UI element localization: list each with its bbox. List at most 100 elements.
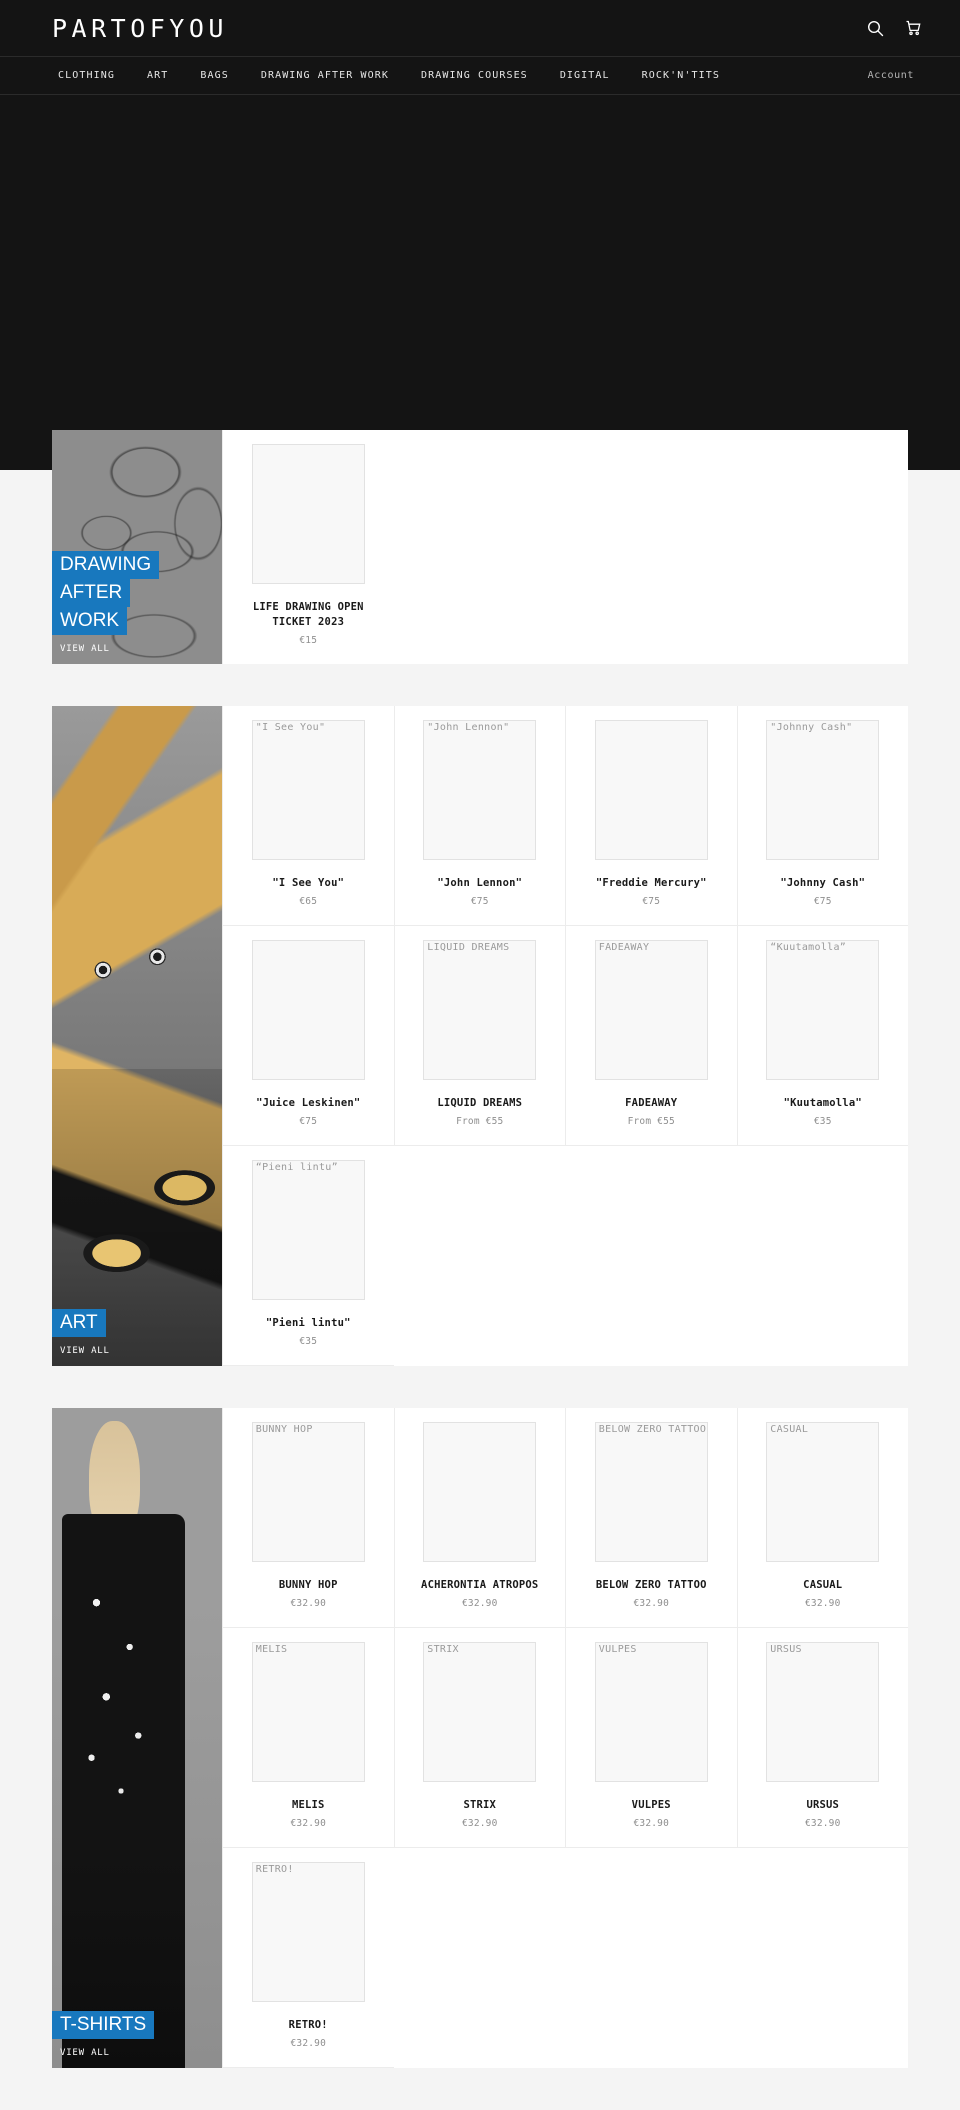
product-grid: LIFE DRAWING OPEN TICKET 2023 €15 bbox=[222, 430, 908, 664]
nav-item-clothing[interactable]: CLOTHING bbox=[42, 70, 131, 81]
product-title: RETRO! bbox=[288, 2019, 328, 2031]
product-card[interactable]: “Pieni lintu” "Pieni lintu" €35 bbox=[222, 1146, 394, 1366]
product-image: CASUAL bbox=[766, 1422, 880, 1562]
product-title: "Pieni lintu" bbox=[265, 1317, 351, 1329]
collection-tile[interactable]: DRAWING AFTER WORK VIEW ALL bbox=[52, 430, 222, 664]
product-card[interactable]: RETRO! RETRO! €32.90 bbox=[222, 1848, 394, 2068]
product-card[interactable]: "Freddie Mercury" €75 bbox=[565, 706, 737, 926]
product-image: VULPES bbox=[594, 1642, 708, 1782]
product-image-alt: MELIS bbox=[255, 1644, 288, 1655]
product-price: €32.90 bbox=[290, 1818, 327, 1829]
product-image: LIQUID DREAMS bbox=[423, 940, 537, 1080]
product-card[interactable]: "John Lennon" "John Lennon" €75 bbox=[393, 706, 565, 926]
view-all-link[interactable]: VIEW ALL bbox=[52, 1337, 222, 1356]
product-title: "Freddie Mercury" bbox=[595, 877, 707, 889]
product-image bbox=[251, 940, 365, 1080]
product-title: BELOW ZERO TATTOO bbox=[595, 1579, 707, 1591]
product-card[interactable]: MELIS MELIS €32.90 bbox=[222, 1628, 394, 1848]
nav-item-drawing-courses[interactable]: DRAWING COURSES bbox=[405, 70, 544, 81]
product-grid: BUNNY HOP BUNNY HOP €32.90 ACHERONTIA ATROP… bbox=[222, 1408, 908, 2068]
collection-tile[interactable]: T-SHIRTS VIEW ALL bbox=[52, 1408, 222, 2068]
product-title: "Juice Leskinen" bbox=[256, 1097, 361, 1109]
product-card[interactable]: LIFE DRAWING OPEN TICKET 2023 €15 bbox=[222, 430, 394, 664]
collection-tile-labels: DRAWING AFTER WORK VIEW ALL bbox=[52, 551, 222, 664]
account-link[interactable]: Account bbox=[868, 70, 928, 81]
view-all-link[interactable]: VIEW ALL bbox=[52, 635, 222, 654]
collection-section: ART VIEW ALL "I See You" "I See You" €65 "Joh… bbox=[0, 706, 960, 1366]
product-image: FADEAWAY bbox=[594, 940, 708, 1080]
hero-banner: PARTOFYOU CLOTHING ART BAGS DRAWING AFTE… bbox=[0, 0, 960, 470]
product-image: BUNNY HOP bbox=[251, 1422, 365, 1562]
product-price: €32.90 bbox=[804, 1818, 841, 1829]
collection-tile-labels: T-SHIRTS VIEW ALL bbox=[52, 2011, 222, 2068]
product-title: "Johnny Cash" bbox=[780, 877, 866, 889]
search-icon[interactable] bbox=[860, 13, 890, 43]
product-card[interactable]: CASUAL CASUAL €32.90 bbox=[736, 1408, 908, 1628]
product-image-alt: “Kuutamolla” bbox=[770, 942, 847, 953]
product-image: "Johnny Cash" bbox=[766, 720, 880, 860]
product-image: "John Lennon" bbox=[423, 720, 537, 860]
product-price: €32.90 bbox=[804, 1598, 841, 1609]
product-card[interactable]: “Kuutamolla” "Kuutamolla" €35 bbox=[736, 926, 908, 1146]
product-price: €15 bbox=[299, 635, 318, 646]
collection-tile-labels: ART VIEW ALL bbox=[52, 1309, 222, 1366]
product-card[interactable]: "I See You" "I See You" €65 bbox=[222, 706, 394, 926]
view-all-link[interactable]: VIEW ALL bbox=[52, 2039, 222, 2058]
top-bar: PARTOFYOU bbox=[0, 0, 960, 56]
main-navigation: CLOTHING ART BAGS DRAWING AFTER WORK DRA… bbox=[0, 56, 960, 95]
product-image-alt: "John Lennon" bbox=[427, 722, 510, 733]
product-price: €75 bbox=[470, 896, 489, 907]
product-image-alt: “Pieni lintu” bbox=[255, 1162, 338, 1173]
product-card[interactable]: BUNNY HOP BUNNY HOP €32.90 bbox=[222, 1408, 394, 1628]
product-price: €32.90 bbox=[461, 1598, 498, 1609]
product-image: RETRO! bbox=[251, 1862, 365, 2002]
collection-tile[interactable]: ART VIEW ALL bbox=[52, 706, 222, 1366]
nav-item-bags[interactable]: BAGS bbox=[184, 70, 244, 81]
collection-section: DRAWING AFTER WORK VIEW ALL LIFE DRAWING OPE… bbox=[0, 430, 960, 664]
product-image-alt: BUNNY HOP bbox=[255, 1424, 313, 1435]
product-card[interactable]: STRIX STRIX €32.90 bbox=[393, 1628, 565, 1848]
product-image bbox=[594, 720, 708, 860]
collection-title-line: ART bbox=[52, 1309, 106, 1337]
product-grid: "I See You" "I See You" €65 "John Lennon" "J… bbox=[222, 706, 908, 1366]
nav-item-rocknits[interactable]: ROCK'N'TITS bbox=[626, 70, 736, 81]
product-image: “Kuutamolla” bbox=[766, 940, 880, 1080]
nav-item-art[interactable]: ART bbox=[131, 70, 184, 81]
product-price: €35 bbox=[299, 1336, 318, 1347]
product-price: €65 bbox=[299, 896, 318, 907]
product-price: €32.90 bbox=[461, 1818, 498, 1829]
product-card[interactable]: ACHERONTIA ATROPOS €32.90 bbox=[393, 1408, 565, 1628]
collection-title-line: AFTER bbox=[52, 579, 131, 607]
product-card[interactable]: URSUS URSUS €32.90 bbox=[736, 1628, 908, 1848]
product-image-alt: URSUS bbox=[770, 1644, 802, 1655]
product-card[interactable]: LIQUID DREAMS LIQUID DREAMS From €55 bbox=[393, 926, 565, 1146]
collection-tile-image bbox=[52, 706, 222, 1366]
collection-section-inner: ART VIEW ALL "I See You" "I See You" €65 "Joh… bbox=[52, 706, 908, 1366]
product-price: €75 bbox=[299, 1116, 318, 1127]
product-title: URSUS bbox=[806, 1799, 840, 1811]
product-title: CASUAL bbox=[803, 1579, 843, 1591]
product-image-alt: STRIX bbox=[427, 1644, 459, 1655]
collection-tile-image bbox=[52, 1408, 222, 2068]
nav-item-digital[interactable]: DIGITAL bbox=[544, 70, 626, 81]
site-logo[interactable]: PARTOFYOU bbox=[52, 16, 228, 41]
product-card[interactable]: "Johnny Cash" "Johnny Cash" €75 bbox=[736, 706, 908, 926]
product-card[interactable]: FADEAWAY FADEAWAY From €55 bbox=[565, 926, 737, 1146]
product-image-alt: BELOW ZERO TATTOO bbox=[598, 1424, 707, 1435]
product-image-alt: LIQUID DREAMS bbox=[427, 942, 510, 953]
cart-icon[interactable] bbox=[898, 13, 928, 43]
product-image: MELIS bbox=[251, 1642, 365, 1782]
product-card[interactable]: BELOW ZERO TATTOO BELOW ZERO TATTOO €32.90 bbox=[565, 1408, 737, 1628]
collection-title-line: T-SHIRTS bbox=[52, 2011, 155, 2039]
product-title: VULPES bbox=[631, 1799, 671, 1811]
product-image-alt: CASUAL bbox=[770, 1424, 809, 1435]
product-card[interactable]: VULPES VULPES €32.90 bbox=[565, 1628, 737, 1848]
product-image bbox=[423, 1422, 537, 1562]
product-card[interactable]: "Juice Leskinen" €75 bbox=[222, 926, 394, 1146]
product-price: €32.90 bbox=[633, 1818, 670, 1829]
product-image: URSUS bbox=[766, 1642, 880, 1782]
product-price: €75 bbox=[642, 896, 661, 907]
nav-item-drawing-after-work[interactable]: DRAWING AFTER WORK bbox=[245, 70, 405, 81]
product-image-alt: "I See You" bbox=[255, 722, 326, 733]
product-image bbox=[251, 444, 365, 584]
